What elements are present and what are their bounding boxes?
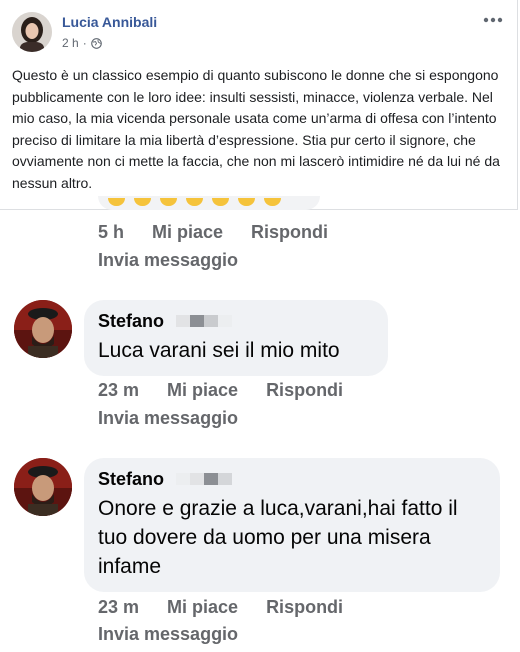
comment-author[interactable]: Stefano bbox=[98, 468, 486, 490]
post-time[interactable]: 2 h bbox=[62, 36, 79, 50]
emoji-icon bbox=[108, 198, 125, 206]
like-link[interactable]: Mi piace bbox=[167, 380, 238, 401]
comment-time[interactable]: 23 m bbox=[98, 380, 139, 401]
comment-bubble: Stefano Onore e grazie a luca,varani,hai… bbox=[84, 458, 500, 592]
comment-actions: 23 m Mi piace Rispondi bbox=[98, 380, 343, 401]
comment-author-name[interactable]: Stefano bbox=[98, 468, 164, 490]
post-card: Lucia Annibali 2 h · Questo è un classic… bbox=[0, 0, 518, 210]
previous-comment-bubble bbox=[98, 196, 320, 210]
comment-time[interactable]: 23 m bbox=[98, 597, 139, 618]
redacted-surname bbox=[176, 315, 233, 327]
send-message-link[interactable]: Invia messaggio bbox=[98, 408, 238, 429]
send-message-link[interactable]: Invia messaggio bbox=[98, 250, 238, 271]
comment-avatar[interactable] bbox=[14, 300, 72, 358]
more-options-icon[interactable] bbox=[481, 10, 505, 30]
redacted-surname bbox=[176, 473, 233, 485]
emoji-icon bbox=[186, 198, 203, 206]
meta-separator: · bbox=[82, 36, 87, 50]
avatar-image bbox=[14, 300, 72, 358]
emoji-icon bbox=[160, 198, 177, 206]
send-message-link[interactable]: Invia messaggio bbox=[98, 624, 238, 645]
comment-text: Onore e grazie a luca,varani,hai fatto i… bbox=[98, 497, 458, 578]
like-link[interactable]: Mi piace bbox=[167, 597, 238, 618]
reply-link[interactable]: Rispondi bbox=[266, 597, 343, 618]
comment-author[interactable]: Stefano bbox=[98, 310, 374, 332]
comment-avatar[interactable] bbox=[14, 458, 72, 516]
reply-link[interactable]: Rispondi bbox=[266, 380, 343, 401]
comment-text: Luca varani sei il mio mito bbox=[98, 339, 340, 362]
avatar[interactable] bbox=[12, 12, 52, 52]
avatar-image bbox=[14, 458, 72, 516]
post-text: Questo è un classico esempio di quanto s… bbox=[12, 67, 500, 191]
reply-link[interactable]: Rispondi bbox=[251, 222, 328, 243]
comment-actions: 23 m Mi piace Rispondi bbox=[98, 597, 343, 618]
globe-icon[interactable] bbox=[90, 37, 102, 49]
comment-bubble: Stefano Luca varani sei il mio mito bbox=[84, 300, 388, 376]
author-name[interactable]: Lucia Annibali bbox=[62, 14, 157, 30]
emoji-icon bbox=[238, 198, 255, 206]
comment-actions: 5 h Mi piace Rispondi bbox=[98, 222, 328, 243]
avatar-image bbox=[12, 12, 52, 52]
emoji-icon bbox=[212, 198, 229, 206]
like-link[interactable]: Mi piace bbox=[152, 222, 223, 243]
post-meta: 2 h · bbox=[62, 36, 102, 50]
comment-time[interactable]: 5 h bbox=[98, 222, 124, 243]
emoji-icon bbox=[134, 198, 151, 206]
emoji-icon bbox=[264, 198, 281, 206]
comment-author-name[interactable]: Stefano bbox=[98, 310, 164, 332]
